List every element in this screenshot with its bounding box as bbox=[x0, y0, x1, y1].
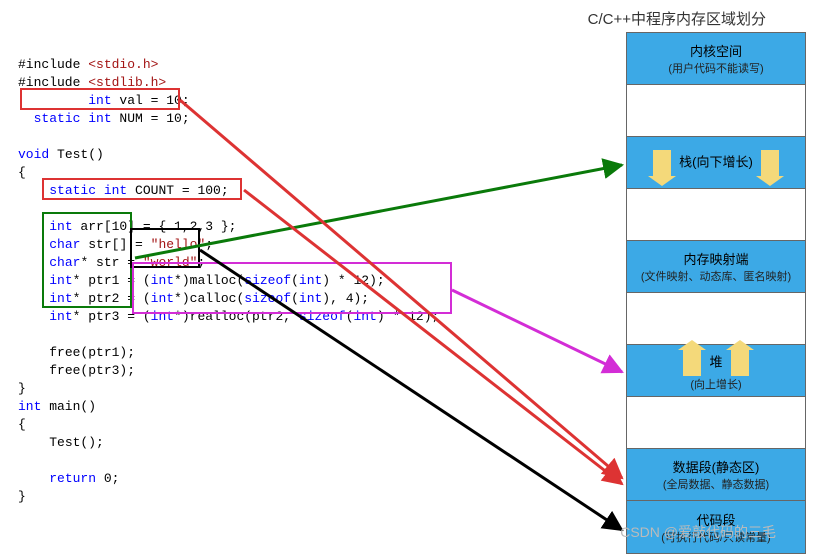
arrow-up-icon bbox=[731, 350, 749, 376]
mem-mmap: 内存映射端(文件映射、动态库、匿名映射) bbox=[627, 241, 805, 293]
arrow-down-icon bbox=[653, 150, 671, 176]
arrow-up-icon bbox=[683, 350, 701, 376]
memory-layout: 内核空间(用户代码不能读写) 栈(向下增长) 内存映射端(文件映射、动态库、匿名… bbox=[626, 32, 806, 554]
code-block: #include <stdio.h> #include <stdlib.h> i… bbox=[18, 56, 439, 506]
diagram-title: C/C++中程序内存区域划分 bbox=[588, 8, 766, 29]
mem-gap3 bbox=[627, 293, 805, 345]
arrow-down-icon bbox=[761, 150, 779, 176]
mem-data: 数据段(静态区)(全局数据、静态数据) bbox=[627, 449, 805, 501]
mem-kernel: 内核空间(用户代码不能读写) bbox=[627, 33, 805, 85]
watermark: CSDN @爱敲代码的三毛 bbox=[620, 522, 776, 542]
mem-gap1 bbox=[627, 85, 805, 137]
mem-gap4 bbox=[627, 397, 805, 449]
mem-gap2 bbox=[627, 189, 805, 241]
mem-heap: 堆 (向上增长) bbox=[627, 345, 805, 397]
mem-stack: 栈(向下增长) bbox=[627, 137, 805, 189]
